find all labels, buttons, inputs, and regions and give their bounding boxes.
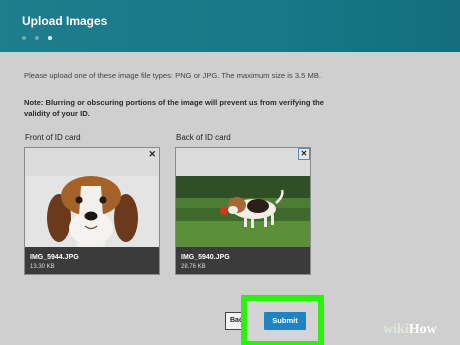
back-image-thumbnail <box>176 176 310 247</box>
beagle-portrait-image <box>25 176 159 247</box>
modal-title: Upload Images <box>22 14 108 28</box>
modal-header: Upload Images <box>0 0 460 52</box>
blur-warning-note: Note: Blurring or obscuring portions of … <box>24 98 324 118</box>
back-id-label: Back of ID card <box>176 133 231 142</box>
back-file-name: IMG_5940.JPG <box>181 254 230 261</box>
front-id-label: Front of ID card <box>25 133 81 142</box>
front-file-info-bar: IMG_5944.JPG 13.30 KB <box>25 247 159 274</box>
remove-front-image-close-icon[interactable]: ✕ <box>148 150 156 159</box>
step-indicator <box>22 36 52 40</box>
front-image-thumbnail <box>25 176 159 247</box>
file-type-instructions: Please upload one of these image file ty… <box>24 71 321 80</box>
back-id-upload-card[interactable]: ✕ IMG_5940.JPG 28.76 KB <box>175 147 311 275</box>
front-file-name: IMG_5944.JPG <box>30 254 79 261</box>
step-dot-3-active <box>48 36 52 40</box>
submit-button[interactable]: Submit <box>264 312 306 330</box>
wikihow-watermark: wikiHow <box>383 322 437 338</box>
step-dot-2 <box>35 36 39 40</box>
watermark-wiki: wiki <box>383 322 409 337</box>
front-file-size: 13.30 KB <box>30 264 55 270</box>
step-dot-1 <box>22 36 26 40</box>
back-file-info-bar: IMG_5940.JPG 28.76 KB <box>176 247 310 274</box>
front-id-upload-card[interactable]: ✕ IMG_5944.JPG 13.30 KB <box>24 147 160 275</box>
back-file-size: 28.76 KB <box>181 264 206 270</box>
beagle-on-grass-image <box>176 176 310 247</box>
watermark-how: How <box>408 322 437 337</box>
remove-back-image-close-icon[interactable]: ✕ <box>298 148 310 160</box>
